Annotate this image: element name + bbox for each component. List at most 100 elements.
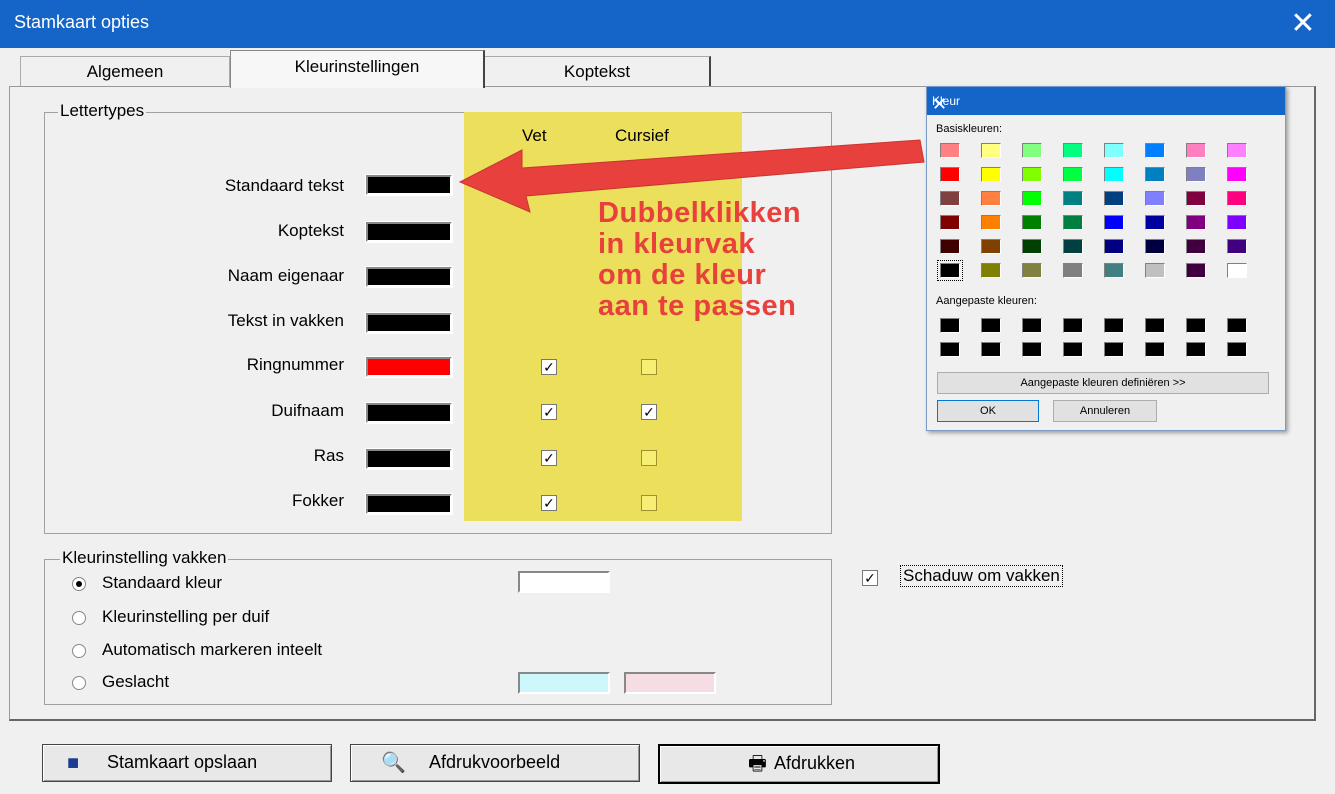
basis-color-cell[interactable] <box>1104 143 1124 158</box>
basis-color-cell[interactable] <box>1145 143 1165 158</box>
custom-color-cell[interactable] <box>1022 342 1042 357</box>
basis-color-cell[interactable] <box>1227 143 1247 158</box>
radio-standaard-kleur[interactable] <box>72 577 86 591</box>
cursief-checkbox-ringnummer[interactable] <box>641 359 657 375</box>
close-icon[interactable]: ✕ <box>932 94 947 115</box>
standaard-kleur-swatch[interactable] <box>518 571 610 593</box>
basis-color-cell[interactable] <box>1145 215 1165 230</box>
radio-label-geslacht[interactable]: Geslacht <box>102 672 169 692</box>
custom-color-cell[interactable] <box>1186 318 1206 333</box>
color-swatch-ringnummer[interactable] <box>365 356 453 378</box>
basis-color-cell[interactable] <box>981 191 1001 206</box>
basis-color-cell[interactable] <box>1186 215 1206 230</box>
basis-color-cell[interactable] <box>1186 143 1206 158</box>
custom-color-cell[interactable] <box>940 318 960 333</box>
basis-color-cell[interactable] <box>1063 215 1083 230</box>
basis-color-cell[interactable] <box>1145 167 1165 182</box>
vet-checkbox-duifnaam[interactable]: ✓ <box>541 404 557 420</box>
vet-checkbox-ringnummer[interactable]: ✓ <box>541 359 557 375</box>
custom-color-cell[interactable] <box>1104 342 1124 357</box>
basis-color-cell[interactable] <box>1186 191 1206 206</box>
basis-color-cell[interactable] <box>1022 239 1042 254</box>
cursief-checkbox-ras[interactable] <box>641 450 657 466</box>
color-swatch-naam-eigenaar[interactable] <box>365 266 453 288</box>
basis-color-cell[interactable] <box>1063 167 1083 182</box>
basis-color-cell[interactable] <box>1186 239 1206 254</box>
color-swatch-tekst-in-vakken[interactable] <box>365 312 453 334</box>
ok-button[interactable]: OK <box>937 400 1039 422</box>
basis-color-cell[interactable] <box>981 143 1001 158</box>
geslacht-color-swatch-1[interactable] <box>518 672 610 694</box>
color-swatch-fokker[interactable] <box>365 493 453 515</box>
custom-color-cell[interactable] <box>1227 318 1247 333</box>
basis-color-cell[interactable] <box>940 143 960 158</box>
radio-kleurinstelling-per-duif[interactable] <box>72 611 86 625</box>
custom-color-cell[interactable] <box>1063 318 1083 333</box>
basis-color-cell[interactable] <box>940 191 960 206</box>
radio-label-kleurinstelling-per-duif[interactable]: Kleurinstelling per duif <box>102 607 269 627</box>
basis-color-cell[interactable] <box>1145 263 1165 278</box>
basis-color-cell[interactable] <box>1104 215 1124 230</box>
geslacht-color-swatch-2[interactable] <box>624 672 716 694</box>
define-custom-colors-button[interactable]: Aangepaste kleuren definiëren >> <box>937 372 1269 394</box>
basis-color-cell[interactable] <box>981 263 1001 278</box>
annuleren-button[interactable]: Annuleren <box>1053 400 1157 422</box>
custom-color-cell[interactable] <box>1063 342 1083 357</box>
basis-color-cell[interactable] <box>1022 215 1042 230</box>
basis-color-cell[interactable] <box>1104 239 1124 254</box>
close-icon[interactable]: ✕ <box>1283 6 1323 42</box>
basis-color-cell[interactable] <box>1227 215 1247 230</box>
basis-color-cell[interactable] <box>1186 263 1206 278</box>
custom-color-cell[interactable] <box>981 342 1001 357</box>
basis-color-cell[interactable] <box>1145 239 1165 254</box>
basis-color-cell[interactable] <box>1227 191 1247 206</box>
basis-color-cell[interactable] <box>1022 191 1042 206</box>
vet-checkbox-ras[interactable]: ✓ <box>541 450 557 466</box>
tab-koptekst[interactable]: Koptekst <box>484 56 711 87</box>
custom-color-cell[interactable] <box>1227 342 1247 357</box>
basis-color-cell[interactable] <box>1104 191 1124 206</box>
basis-color-cell[interactable] <box>1063 191 1083 206</box>
schaduw-checkbox[interactable]: ✓ <box>862 570 878 586</box>
basis-color-cell[interactable] <box>1104 167 1124 182</box>
basis-color-cell[interactable] <box>1227 239 1247 254</box>
radio-label-automatisch-markeren[interactable]: Automatisch markeren inteelt <box>102 640 322 660</box>
custom-color-cell[interactable] <box>1186 342 1206 357</box>
afdrukvoorbeeld-button[interactable]: 🔍 Afdrukvoorbeeld <box>350 744 640 782</box>
basis-color-cell[interactable] <box>1104 263 1124 278</box>
cursief-checkbox-duifnaam[interactable]: ✓ <box>641 404 657 420</box>
tab-algemeen[interactable]: Algemeen <box>20 56 230 87</box>
color-swatch-duifnaam[interactable] <box>365 402 453 424</box>
basis-color-cell[interactable] <box>1145 191 1165 206</box>
radio-label-standaard-kleur[interactable]: Standaard kleur <box>102 573 222 593</box>
afdrukken-button[interactable]: 🖶 Afdrukken <box>658 744 940 784</box>
basis-color-cell[interactable] <box>1227 263 1247 278</box>
basis-color-cell[interactable] <box>940 239 960 254</box>
custom-color-cell[interactable] <box>1145 318 1165 333</box>
basis-color-cell[interactable] <box>981 215 1001 230</box>
basis-color-cell[interactable] <box>940 215 960 230</box>
basis-color-cell[interactable] <box>1227 167 1247 182</box>
basis-color-cell[interactable] <box>937 260 963 281</box>
basis-color-cell[interactable] <box>981 167 1001 182</box>
basis-color-cell[interactable] <box>1022 143 1042 158</box>
custom-color-cell[interactable] <box>1145 342 1165 357</box>
basis-color-cell[interactable] <box>1022 263 1042 278</box>
basis-color-cell[interactable] <box>1063 239 1083 254</box>
radio-automatisch-markeren[interactable] <box>72 644 86 658</box>
custom-color-cell[interactable] <box>1104 318 1124 333</box>
tab-kleurinstellingen[interactable]: Kleurinstellingen <box>230 50 485 88</box>
custom-color-cell[interactable] <box>1022 318 1042 333</box>
basis-color-cell[interactable] <box>981 239 1001 254</box>
basis-color-cell[interactable] <box>940 167 960 182</box>
custom-color-cell[interactable] <box>940 342 960 357</box>
radio-geslacht[interactable] <box>72 676 86 690</box>
basis-color-cell[interactable] <box>1063 143 1083 158</box>
schaduw-label[interactable]: Schaduw om vakken <box>900 565 1063 587</box>
basis-color-cell[interactable] <box>1063 263 1083 278</box>
stamkaart-opslaan-button[interactable]: ■ Stamkaart opslaan <box>42 744 332 782</box>
vet-checkbox-fokker[interactable]: ✓ <box>541 495 557 511</box>
custom-color-cell[interactable] <box>981 318 1001 333</box>
basis-color-cell[interactable] <box>1022 167 1042 182</box>
basis-color-cell[interactable] <box>1186 167 1206 182</box>
